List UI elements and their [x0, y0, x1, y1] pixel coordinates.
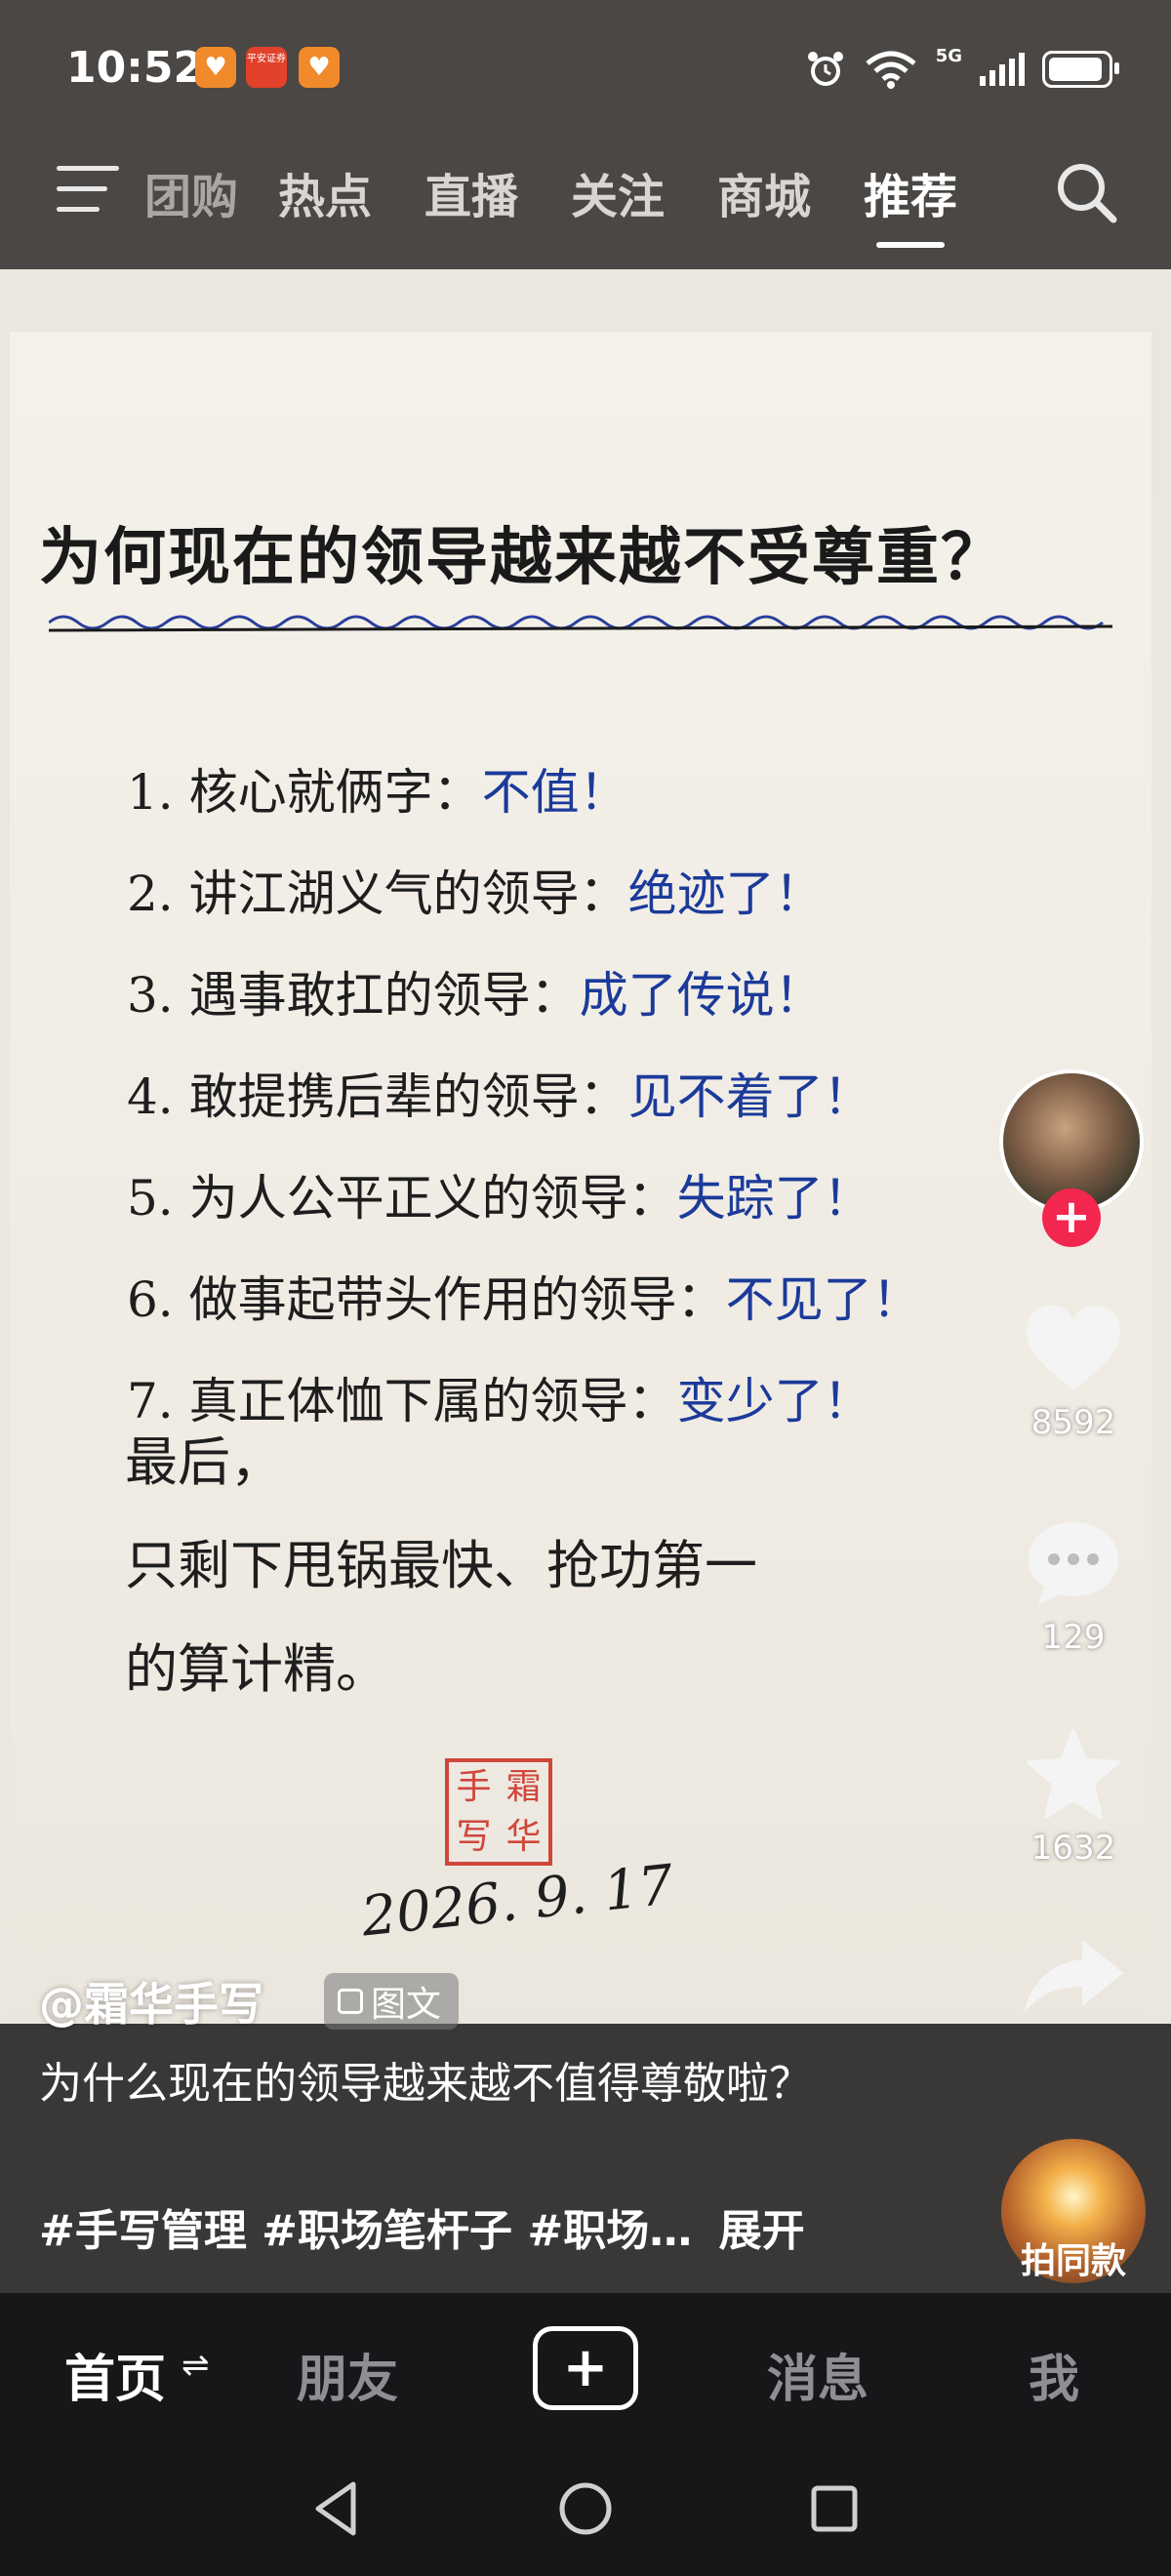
note-item: 1. 核心就俩字：不值！: [127, 742, 1005, 843]
search-icon[interactable]: [1052, 158, 1120, 226]
follow-button[interactable]: +: [1042, 1188, 1101, 1247]
author-avatar-group[interactable]: +: [999, 1069, 1144, 1247]
post-tags: #手写管理 #职场笔杆子 #职场… 展开: [39, 2195, 805, 2258]
note-item-answer: 成了传说！: [579, 967, 824, 1024]
tab-hot[interactable]: 热点: [252, 158, 398, 236]
home-icon[interactable]: [551, 2475, 620, 2543]
heart-app-icon: ♥: [195, 47, 236, 88]
note-item-prefix: 6. 做事起带头作用的领导：: [127, 1271, 726, 1328]
back-icon[interactable]: [303, 2475, 371, 2543]
note-item: 2. 讲江湖义气的领导：绝迹了！: [127, 843, 1005, 945]
tab-live[interactable]: 直播: [398, 158, 545, 236]
expand-link[interactable]: 展开: [719, 2206, 805, 2256]
recents-icon[interactable]: [800, 2475, 868, 2543]
note-item-answer: 绝迹了！: [627, 865, 824, 922]
hashtag-list[interactable]: #手写管理 #职场笔杆子 #职场…: [39, 2206, 692, 2256]
status-time: 10:52: [66, 43, 204, 93]
alarm-icon: [807, 52, 843, 86]
stamp-char: 写: [456, 1816, 492, 1857]
nav-home[interactable]: 首页: [64, 2338, 166, 2411]
comment-button[interactable]: 129: [1015, 1516, 1132, 1657]
note-item-prefix: 2. 讲江湖义气的领导：: [127, 865, 628, 922]
favorite-button[interactable]: 1632: [1015, 1727, 1132, 1868]
note-final-line: 的算计精。: [125, 1638, 388, 1700]
wifi-icon: [866, 51, 916, 89]
note-item-prefix: 5. 为人公平正义的领导：: [127, 1170, 677, 1227]
same-style-label[interactable]: 拍同款: [997, 2233, 1150, 2283]
note-item: 4. 敢提携后辈的领导：见不着了！: [127, 1046, 1005, 1147]
note-item: 6. 做事起带头作用的领导：不见了！: [127, 1249, 1005, 1350]
note-item-answer: 见不着了！: [627, 1068, 872, 1125]
note-title: 为何现在的领导越来越不受尊重？: [39, 521, 1005, 594]
comment-count: 129: [1041, 1618, 1106, 1657]
tab-mall[interactable]: 商城: [691, 158, 837, 236]
image-text-icon: [338, 1989, 363, 2014]
note-item-answer: 失踪了！: [676, 1170, 872, 1227]
note-final-line: 只剩下甩锅最快、抢功第一: [125, 1535, 757, 1596]
comment-icon: [1029, 1522, 1118, 1604]
tab-recommend[interactable]: 推荐: [837, 158, 984, 248]
note-item-answer: 不见了！: [725, 1271, 921, 1328]
nav-me[interactable]: 我: [1029, 2338, 1079, 2411]
network-type-label: 5G: [935, 45, 962, 66]
tab-group-buy[interactable]: 团购: [144, 158, 252, 236]
heart-app-icon-2: ♥: [299, 47, 340, 88]
status-bar: 10:52 ♥ 平安证券 ♥ 5G: [0, 0, 1171, 137]
star-icon: [1027, 1729, 1120, 1819]
top-nav: 团购 热点 直播 关注 商城 推荐: [0, 137, 1171, 269]
note-item-answer: 不值！: [481, 764, 628, 821]
refresh-toggle-icon[interactable]: ⇌: [182, 2346, 210, 2385]
author-name[interactable]: @霜华手写: [39, 1969, 263, 2033]
bottom-nav: 首页 ⇌ 朋友 + 消息 我: [0, 2293, 1171, 2449]
battery-icon: [1042, 51, 1119, 88]
top-tabs: 团购 热点 直播 关注 商城 推荐: [144, 158, 984, 248]
menu-icon[interactable]: [57, 166, 119, 221]
note-item-prefix: 4. 敢提携后辈的领导：: [127, 1068, 628, 1125]
note-item-prefix: 3. 遇事敢扛的领导：: [127, 967, 580, 1024]
stamp-char: 华: [505, 1816, 542, 1857]
favorite-count: 1632: [1030, 1829, 1116, 1868]
note-list: 1. 核心就俩字：不值！ 2. 讲江湖义气的领导：绝迹了！ 3. 遇事敢扛的领导…: [127, 742, 1005, 1452]
like-count: 8592: [1030, 1403, 1116, 1442]
stamp-char: 手: [456, 1766, 492, 1807]
title-underline-wave: [49, 615, 1113, 632]
tab-following[interactable]: 关注: [545, 158, 691, 236]
share-arrow-icon: [1024, 1940, 1123, 2014]
nav-friends[interactable]: 朋友: [297, 2338, 398, 2411]
post-type-label: 图文: [371, 1985, 442, 2025]
signal-icon: [980, 53, 1025, 86]
note-item: 3. 遇事敢扛的领导：成了传说！: [127, 945, 1005, 1046]
stamp-char: 霜: [505, 1766, 542, 1807]
seal-stamp: 手 霜 写 华: [445, 1758, 552, 1866]
note-conclusion: 最后， 只剩下甩锅最快、抢功第一 的算计精。: [125, 1411, 1003, 1721]
note-item-prefix: 1. 核心就俩字：: [127, 764, 482, 821]
heart-icon: [1027, 1306, 1120, 1389]
post-type-badge: 图文: [324, 1973, 460, 2030]
like-button[interactable]: 8592: [1015, 1302, 1132, 1442]
create-post-button[interactable]: +: [533, 2326, 638, 2410]
system-nav-bar: [0, 2449, 1171, 2576]
note-final-line: 最后，: [125, 1431, 283, 1493]
post-description: 为什么现在的领导越来越不值得尊敬啦？: [39, 2059, 812, 2109]
nav-messages[interactable]: 消息: [767, 2338, 868, 2411]
pingan-app-icon: 平安证券: [246, 47, 287, 88]
note-item: 5. 为人公平正义的领导：失踪了！: [127, 1147, 1005, 1249]
